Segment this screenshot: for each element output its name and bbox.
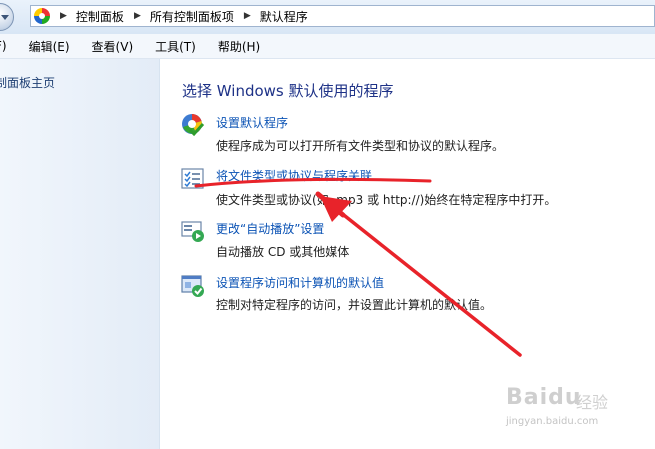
program-access-link[interactable]: 设置程序访问和计算机的默认值 bbox=[216, 274, 384, 291]
autoplay-settings-link[interactable]: 更改“自动播放”设置 bbox=[216, 220, 324, 237]
menu-file[interactable]: F) bbox=[0, 39, 7, 53]
chevron-right-icon[interactable]: ▶ bbox=[60, 11, 67, 21]
page-title: 选择 Windows 默认使用的程序 bbox=[182, 82, 394, 100]
program-access-desc: 控制对特定程序的访问，并设置此计算机的默认值。 bbox=[216, 298, 493, 312]
file-association-icon bbox=[181, 168, 204, 189]
file-association-desc: 使文件类型或协议(如 .mp3 或 http://)始终在特定程序中打开。 bbox=[216, 193, 557, 207]
breadcrumb-default-programs[interactable]: 默认程序 bbox=[260, 8, 308, 25]
sidebar: 制面板主页 bbox=[0, 59, 160, 449]
menu-view[interactable]: 查看(V) bbox=[92, 38, 134, 55]
chevron-right-icon[interactable]: ▶ bbox=[244, 11, 251, 21]
autoplay-settings-desc: 自动播放 CD 或其他媒体 bbox=[216, 245, 350, 259]
address-area: ▶ 控制面板 ▶ 所有控制面板项 ▶ 默认程序 bbox=[0, 0, 655, 35]
chevron-right-icon[interactable]: ▶ bbox=[134, 11, 141, 21]
autoplay-icon bbox=[181, 221, 204, 242]
back-button[interactable] bbox=[0, 3, 14, 31]
default-programs-icon bbox=[182, 114, 205, 137]
breadcrumb-control-panel[interactable]: 控制面板 bbox=[76, 8, 124, 25]
main-content: 选择 Windows 默认使用的程序 设置默认程序 使程序成为可以打开所有文件类… bbox=[160, 59, 655, 449]
menu-help[interactable]: 帮助(H) bbox=[218, 38, 260, 55]
address-bar[interactable]: ▶ 控制面板 ▶ 所有控制面板项 ▶ 默认程序 bbox=[30, 5, 655, 27]
menu-edit[interactable]: 编辑(E) bbox=[29, 38, 70, 55]
control-panel-home-link[interactable]: 制面板主页 bbox=[0, 74, 55, 91]
breadcrumb-all-items[interactable]: 所有控制面板项 bbox=[150, 8, 234, 25]
set-default-programs-link[interactable]: 设置默认程序 bbox=[216, 114, 288, 131]
menu-tools[interactable]: 工具(T) bbox=[155, 38, 196, 55]
control-panel-icon bbox=[34, 8, 50, 24]
menu-bar: F) 编辑(E) 查看(V) 工具(T) 帮助(H) bbox=[0, 34, 655, 59]
program-access-icon bbox=[181, 275, 204, 297]
set-default-programs-desc: 使程序成为可以打开所有文件类型和协议的默认程序。 bbox=[216, 139, 505, 153]
file-association-link[interactable]: 将文件类型或协议与程序关联 bbox=[216, 167, 372, 184]
